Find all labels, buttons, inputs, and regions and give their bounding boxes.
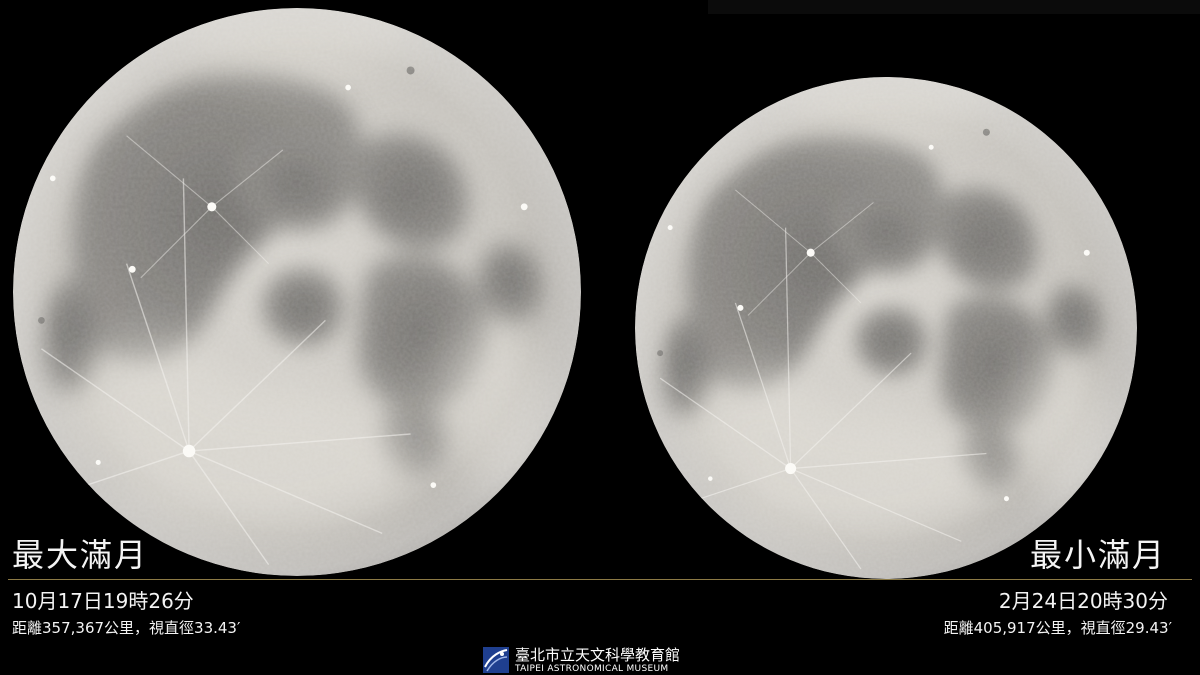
museum-name-chinese: 臺北市立天文科學教育館 bbox=[515, 646, 681, 664]
left-moon-title: 最大滿月 bbox=[12, 536, 149, 574]
right-moon-info: 距離405,917公里，視直徑29.43′ bbox=[943, 619, 1172, 637]
observatory-logo-icon bbox=[483, 647, 509, 673]
left-moon-datetime: 10月17日19時26分 bbox=[12, 589, 194, 613]
right-moon-datetime: 2月24日20時30分 bbox=[998, 589, 1168, 613]
right-moon-title: 最小滿月 bbox=[1029, 536, 1166, 574]
museum-logo: 臺北市立天文科學教育館 TAIPEI ASTRONOMICAL MUSEUM bbox=[483, 645, 723, 675]
caption-divider bbox=[8, 579, 1192, 580]
left-moon-info: 距離357,367公里，視直徑33.43′ bbox=[12, 619, 241, 637]
museum-name-english: TAIPEI ASTRONOMICAL MUSEUM bbox=[515, 664, 669, 674]
smallest-full-moon-image bbox=[635, 77, 1137, 579]
largest-full-moon-image bbox=[13, 8, 581, 576]
moon-comparison-image bbox=[0, 0, 1200, 675]
